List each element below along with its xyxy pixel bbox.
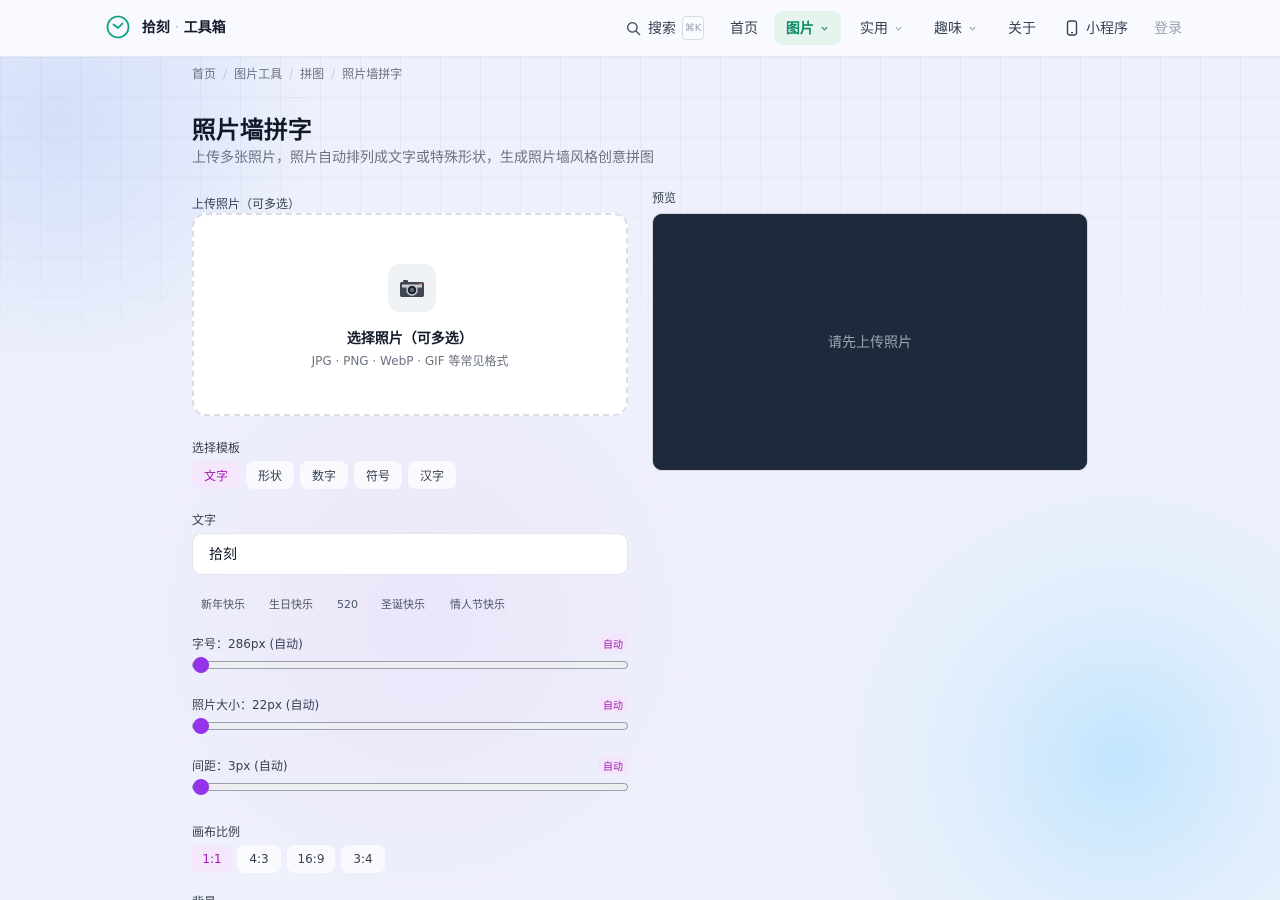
nav-images-label: 图片 [786, 21, 814, 37]
nav-practical-label: 实用 [860, 21, 888, 37]
ratio-option-1-1[interactable]: 1:1 [192, 845, 232, 873]
breadcrumb: 首页 / 图片工具 / 拼图 / 照片墙拼字 [192, 65, 402, 82]
nav-about[interactable]: 关于 [996, 11, 1048, 45]
template-option-number[interactable]: 数字 [300, 461, 348, 489]
font-size-label: 字号：286px (自动) [192, 637, 303, 651]
text-preset-birthday[interactable]: 生日快乐 [261, 592, 321, 616]
nav-about-label: 关于 [1008, 21, 1036, 37]
chevron-down-icon [969, 26, 976, 31]
brand-separator: · [175, 20, 179, 34]
chevron-down-icon [821, 26, 828, 31]
search-shortcut-badge: ⌘K [682, 16, 704, 40]
nav-fun[interactable]: 趣味 [922, 11, 989, 45]
nav-fun-label: 趣味 [934, 21, 962, 37]
nav-practical[interactable]: 实用 [848, 11, 915, 45]
text-preset-christmas[interactable]: 圣诞快乐 [373, 592, 433, 616]
template-option-symbol[interactable]: 符号 [354, 461, 402, 489]
page-subtitle: 上传多张照片，照片自动排列成文字或特殊形状，生成照片墙风格创意拼图 [192, 150, 654, 166]
text-label: 文字 [192, 513, 217, 527]
search-trigger[interactable]: 搜索 ⌘K [626, 11, 704, 45]
search-label: 搜索 [648, 21, 676, 37]
breadcrumb-separator: / [289, 66, 294, 81]
ratio-option-label: 3:4 [353, 852, 373, 866]
template-option-text[interactable]: 文字 [192, 461, 240, 489]
top-header: 拾刻 · 工具箱 搜索 ⌘K 首页 图片 实用 趣味 关于 小程序 登录 [0, 0, 1280, 57]
clock-logo-icon [106, 15, 130, 39]
text-preset-new-year[interactable]: 新年快乐 [193, 592, 253, 616]
breadcrumb-home[interactable]: 首页 [192, 65, 216, 82]
brand-subtitle: 工具箱 [183, 20, 226, 36]
preview-label: 预览 [652, 191, 677, 205]
camera-icon [400, 280, 424, 297]
nav-home[interactable]: 首页 [718, 11, 770, 45]
chevron-down-icon [895, 26, 902, 31]
upload-title: 选择照片（可多选） [347, 331, 473, 347]
ratio-label: 画布比例 [192, 825, 241, 839]
breadcrumb-image-tools[interactable]: 图片工具 [234, 65, 282, 82]
phone-icon [1066, 20, 1078, 36]
breadcrumb-collage[interactable]: 拼图 [300, 65, 324, 82]
ratio-option-label: 4:3 [249, 852, 269, 866]
upload-icon-box [388, 264, 436, 312]
template-label: 选择模板 [192, 441, 241, 455]
login-label: 登录 [1154, 21, 1182, 37]
page-title: 照片墙拼字 [192, 116, 312, 144]
text-preset-valentine[interactable]: 情人节快乐 [442, 592, 513, 616]
photo-size-slider-thumb[interactable] [193, 718, 209, 734]
nav-miniprogram-label: 小程序 [1086, 21, 1128, 37]
upload-dropzone[interactable]: 选择照片（可多选） JPG · PNG · WebP · GIF 等常见格式 [192, 213, 628, 416]
font-size-auto-badge[interactable]: 自动 [598, 634, 628, 652]
login-link[interactable]: 登录 [1142, 11, 1194, 45]
photo-size-slider[interactable] [192, 718, 628, 734]
text-preset-520[interactable]: 520 [329, 592, 366, 616]
text-input-value: 拾刻 [209, 547, 237, 563]
breadcrumb-separator: / [223, 66, 228, 81]
background-label: 背景 [192, 893, 216, 900]
breadcrumb-current: 照片墙拼字 [342, 67, 403, 81]
brand-name: 拾刻 [142, 20, 170, 36]
spacing-label: 间距：3px (自动) [192, 759, 288, 773]
font-size-slider-thumb[interactable] [193, 657, 209, 673]
photo-size-auto-badge[interactable]: 自动 [598, 695, 628, 713]
nav-images[interactable]: 图片 [774, 11, 841, 45]
ratio-option-label: 1:1 [202, 852, 222, 866]
upload-hint: JPG · PNG · WebP · GIF 等常见格式 [311, 354, 509, 368]
ratio-option-16-9[interactable]: 16:9 [287, 845, 335, 873]
brand-logo[interactable]: 拾刻 · 工具箱 [106, 15, 226, 39]
ratio-option-3-4[interactable]: 3:4 [341, 845, 385, 873]
spacing-auto-badge[interactable]: 自动 [598, 756, 628, 774]
text-input[interactable]: 拾刻 [192, 533, 628, 575]
template-option-hanzi[interactable]: 汉字 [408, 461, 456, 489]
breadcrumb-separator: / [331, 66, 336, 81]
template-option-shape[interactable]: 形状 [246, 461, 294, 489]
spacing-slider[interactable] [192, 779, 628, 795]
template-option-label: 形状 [257, 468, 282, 483]
nav-miniprogram[interactable]: 小程序 [1054, 11, 1140, 45]
ratio-option-4-3[interactable]: 4:3 [237, 845, 281, 873]
template-option-label: 文字 [203, 468, 228, 483]
template-option-label: 汉字 [419, 468, 444, 483]
template-option-label: 数字 [311, 468, 336, 483]
font-size-slider[interactable] [192, 657, 628, 673]
spacing-slider-thumb[interactable] [193, 779, 209, 795]
nav-home-label: 首页 [730, 21, 758, 37]
ratio-option-label: 16:9 [297, 852, 325, 866]
upload-label: 上传照片（可多选） [192, 197, 301, 211]
preview-canvas: 请先上传照片 [652, 213, 1088, 471]
preview-empty-text: 请先上传照片 [828, 335, 912, 351]
template-option-label: 符号 [365, 468, 390, 483]
photo-size-label: 照片大小：22px (自动) [192, 698, 320, 712]
search-icon [626, 21, 641, 35]
